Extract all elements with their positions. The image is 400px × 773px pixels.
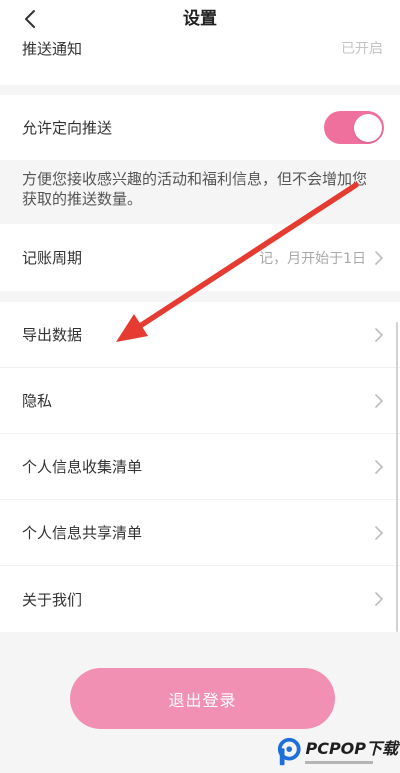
chevron-right-icon [375,393,383,408]
chevron-right-icon [375,250,383,265]
top-nav-bar: 设置 [0,0,400,40]
watermark-text: PCPOP下载 [305,739,398,758]
targeted-push-description: 方便您接收感兴趣的活动和福利信息，但不会增加您获取的推送数量。 [0,160,400,224]
push-notification-label: 推送通知 [22,40,83,58]
settings-row-push-notification[interactable]: 推送通知 已开启 [0,40,400,85]
logout-button[interactable]: 退出登录 [70,668,335,729]
menu-item-label: 导出数据 [22,326,83,344]
settings-row-personal-info-sharing[interactable]: 个人信息共享清单 [0,500,400,566]
menu-item-label: 个人信息共享清单 [22,524,143,542]
watermark-logo: PCPOP下载 [276,734,398,770]
settings-menu-list: 导出数据 隐私 个人信息收集清单 个人信息共享清单 关于我们 [0,302,400,632]
menu-item-label: 隐私 [22,392,53,410]
chevron-right-icon [375,592,383,606]
billing-cycle-value: 记，月开始于1日 [259,250,366,267]
chevron-right-icon [375,525,383,540]
page-title: 设置 [183,9,217,29]
settings-row-targeted-push: 允许定向推送 [0,95,400,160]
settings-row-personal-info-collection[interactable]: 个人信息收集清单 [0,434,400,500]
settings-row-privacy[interactable]: 隐私 [0,368,400,434]
settings-row-about-us[interactable]: 关于我们 [0,566,400,632]
watermark-text-block: PCPOP下载 [305,740,398,764]
menu-item-label: 关于我们 [22,590,83,609]
chevron-right-icon [375,459,383,474]
chevron-right-icon [375,327,383,342]
push-notification-status: 已开启 [341,41,383,57]
targeted-push-toggle[interactable] [324,111,384,144]
billing-cycle-label: 记账周期 [22,249,83,267]
toggle-knob [353,113,382,142]
pcpop-logo-icon [277,737,301,766]
targeted-push-label: 允许定向推送 [22,119,113,137]
watermark-subtext-line [305,761,374,764]
settings-row-billing-cycle[interactable]: 记账周期 记，月开始于1日 [0,224,400,291]
menu-item-label: 个人信息收集清单 [22,458,143,476]
settings-row-export-data[interactable]: 导出数据 [0,302,400,368]
vertical-scrollbar[interactable] [396,322,398,632]
